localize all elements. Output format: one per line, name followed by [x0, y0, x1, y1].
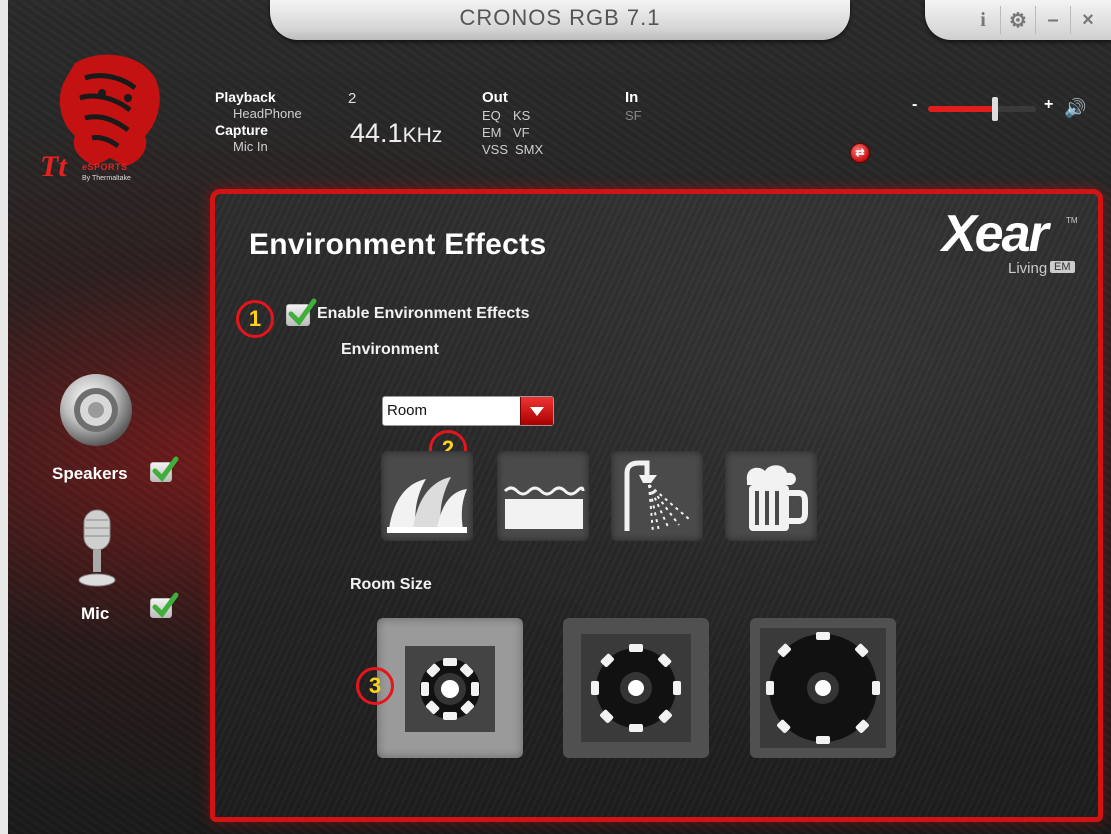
shower-icon — [624, 460, 690, 534]
room-medium-icon — [581, 634, 691, 742]
env-opera-house-button[interactable] — [381, 451, 473, 541]
check-icon — [152, 592, 179, 618]
env-water-button[interactable] — [497, 451, 589, 541]
xear-logo: Xear TM Living EM — [938, 205, 1078, 282]
out-vss: VSS — [482, 142, 509, 157]
out-vf: VF — [513, 125, 530, 140]
xear-em-badge: EM — [1050, 261, 1075, 273]
out-smx: SMX — [515, 142, 544, 157]
device-info-panel: Playback HeadPhone Capture Mic In 2 44.1… — [205, 84, 885, 184]
volume-thumb[interactable] — [992, 97, 998, 121]
env-shower-button[interactable] — [611, 451, 703, 541]
brand-sub-text: eSPORTS — [82, 162, 128, 172]
enable-environment-label[interactable]: Enable Environment Effects — [317, 305, 530, 323]
check-icon — [152, 456, 179, 482]
out-eq: EQ — [482, 108, 501, 123]
microphone-icon[interactable] — [72, 508, 122, 588]
beer-mug-icon — [746, 465, 808, 531]
xear-living: Living — [1008, 260, 1048, 277]
environment-select[interactable]: Room — [382, 396, 554, 426]
out-ks: KS — [513, 108, 531, 123]
speaker-icon[interactable] — [58, 372, 134, 448]
title-bar: CRONOS RGB 7.1 — [270, 0, 850, 40]
room-size-large-button[interactable] — [750, 618, 896, 758]
volume-fill — [928, 106, 995, 112]
check-icon — [288, 298, 317, 326]
volume-slider[interactable] — [928, 97, 1036, 121]
env-beer-button[interactable] — [725, 451, 817, 541]
speaker-mute-icon[interactable]: 🔊 — [1064, 98, 1086, 119]
xear-logo-text: Xear — [942, 205, 1049, 263]
playback-device: HeadPhone — [233, 106, 302, 121]
xear-tm: TM — [1066, 216, 1078, 225]
app-window: CRONOS RGB 7.1 i ⚙ – × Tt eSPORTS By The… — [0, 0, 1111, 834]
window-title: CRONOS RGB 7.1 — [459, 5, 661, 30]
minimize-button[interactable]: – — [1035, 6, 1070, 34]
room-size-label: Room Size — [350, 576, 432, 593]
swap-device-icon[interactable]: ⇄ — [850, 143, 870, 163]
settings-button[interactable]: ⚙ — [1000, 6, 1035, 34]
window-left-edge — [0, 0, 8, 834]
opera-house-icon — [387, 477, 467, 533]
out-em: EM — [482, 125, 502, 140]
out-label: Out — [482, 89, 508, 106]
volume-plus-button[interactable]: + — [1044, 96, 1053, 114]
sample-rate: 44.1KHz — [350, 118, 442, 149]
volume-minus-button[interactable]: - — [912, 96, 917, 114]
sidebar-mic-label[interactable]: Mic — [81, 604, 109, 624]
sample-rate-unit: KHz — [402, 124, 443, 147]
close-button[interactable]: × — [1070, 6, 1105, 34]
room-size-medium-button[interactable] — [563, 618, 709, 758]
callout-marker-1: 1 — [236, 300, 274, 338]
callout-marker-3: 3 — [356, 667, 394, 705]
info-button[interactable]: i — [966, 6, 1000, 34]
room-size-small-button[interactable] — [377, 618, 523, 758]
mic-enabled-checkbox[interactable] — [150, 592, 179, 618]
capture-device: Mic In — [233, 139, 268, 154]
in-sf: SF — [625, 108, 642, 123]
master-volume: - + 🔊 — [912, 96, 1102, 121]
environment-select-value: Room — [387, 402, 428, 419]
in-label: In — [625, 89, 639, 106]
window-controls: i ⚙ – × — [925, 0, 1111, 40]
room-large-icon — [760, 628, 886, 748]
playback-label: Playback — [215, 89, 276, 105]
chevron-down-icon[interactable] — [520, 397, 553, 425]
speakers-enabled-checkbox[interactable] — [150, 456, 179, 482]
environment-label: Environment — [341, 341, 439, 358]
sample-rate-value: 44.1 — [350, 118, 403, 148]
brand-logo-text: Tt — [40, 150, 67, 183]
sidebar-speakers-label[interactable]: Speakers — [52, 464, 128, 484]
brand-by-text: By Thermaltake — [82, 175, 131, 182]
room-small-icon — [405, 646, 495, 732]
enable-environment-checkbox[interactable] — [286, 298, 317, 326]
capture-label: Capture — [215, 122, 268, 138]
water-icon — [503, 486, 585, 529]
channel-count: 2 — [348, 90, 357, 107]
page-title: Environment Effects — [249, 228, 547, 261]
